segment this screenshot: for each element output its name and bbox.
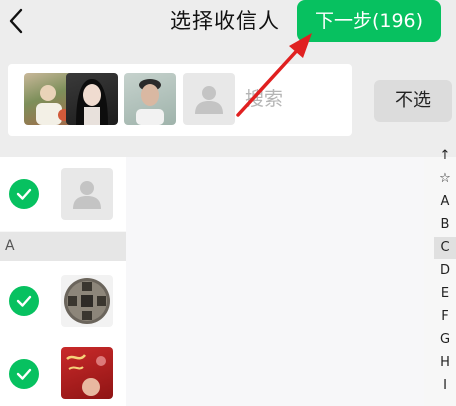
index-item[interactable]: D: [434, 260, 456, 282]
default-person-icon: [73, 181, 101, 209]
index-item[interactable]: I: [434, 375, 456, 397]
page-title: 选择收信人: [170, 9, 280, 33]
list-item[interactable]: [0, 261, 126, 335]
alphabet-index[interactable]: ↑ ☆ A B C D E F G H I: [434, 145, 456, 406]
search-input[interactable]: [245, 84, 341, 114]
list-item[interactable]: [0, 157, 126, 231]
index-item[interactable]: F: [434, 306, 456, 328]
next-step-button[interactable]: 下一步(196): [297, 0, 441, 42]
list-background: [126, 157, 424, 406]
red-artwork-icon: [66, 354, 106, 396]
index-item[interactable]: B: [434, 214, 456, 236]
index-item[interactable]: ↑: [434, 145, 456, 167]
index-item[interactable]: ☆: [434, 168, 456, 190]
index-item[interactable]: E: [434, 283, 456, 305]
selected-avatar[interactable]: [66, 73, 118, 125]
person-photo-icon: [136, 79, 164, 125]
index-item[interactable]: H: [434, 352, 456, 374]
back-button[interactable]: [4, 6, 28, 36]
placeholder-avatar: [183, 73, 235, 125]
check-icon[interactable]: [9, 286, 39, 316]
coin-icon: [61, 275, 113, 327]
list-item[interactable]: [0, 335, 126, 406]
contact-list: A: [0, 157, 456, 406]
index-item[interactable]: A: [434, 191, 456, 213]
person-photo-icon: [76, 79, 108, 125]
index-item[interactable]: C: [434, 237, 456, 259]
section-header: A: [0, 232, 126, 261]
search-box: [8, 64, 352, 136]
default-person-icon: [195, 86, 223, 114]
selected-avatar[interactable]: [124, 73, 176, 125]
contact-avatar: [61, 168, 113, 220]
contact-avatar: [61, 275, 113, 327]
chevron-left-icon: [9, 8, 23, 34]
check-icon[interactable]: [9, 179, 39, 209]
check-icon[interactable]: [9, 359, 39, 389]
contact-avatar: [61, 347, 113, 399]
header-bar: 选择收信人 下一步(196): [0, 0, 456, 48]
index-item[interactable]: G: [434, 329, 456, 351]
deselect-button[interactable]: 不选: [374, 80, 452, 122]
